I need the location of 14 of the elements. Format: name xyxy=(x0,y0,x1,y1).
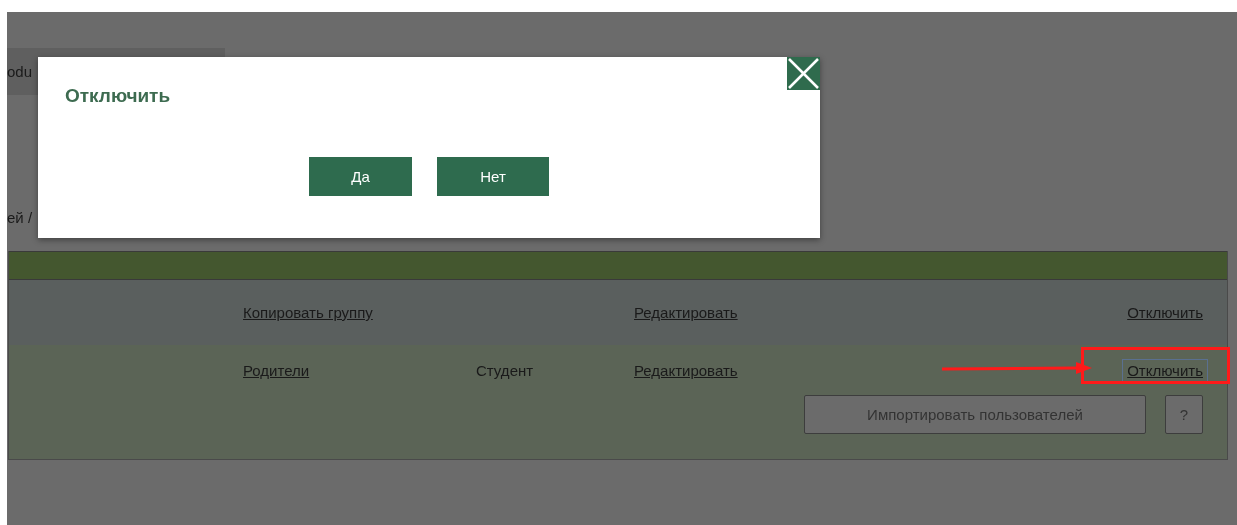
disable-link[interactable]: Отключить xyxy=(1122,358,1208,382)
group-link[interactable]: Копировать группу xyxy=(243,304,373,321)
dialog-button[interactable]: Да xyxy=(309,157,412,196)
import-users-button[interactable]: Импортировать пользователей xyxy=(804,395,1146,434)
breadcrumb-text: ей / xyxy=(7,209,34,228)
disable-link[interactable]: Отключить xyxy=(1122,301,1208,324)
close-icon[interactable] xyxy=(787,57,820,90)
dialog-title: Отключить xyxy=(65,85,172,107)
role-text: Студент xyxy=(476,361,534,379)
edit-link[interactable]: Редактировать xyxy=(634,304,738,321)
help-button[interactable]: ? xyxy=(1165,395,1203,434)
group-link[interactable]: Родители xyxy=(243,361,310,379)
edit-link[interactable]: Редактировать xyxy=(634,361,738,379)
dialog-button[interactable]: Нет xyxy=(437,157,549,196)
